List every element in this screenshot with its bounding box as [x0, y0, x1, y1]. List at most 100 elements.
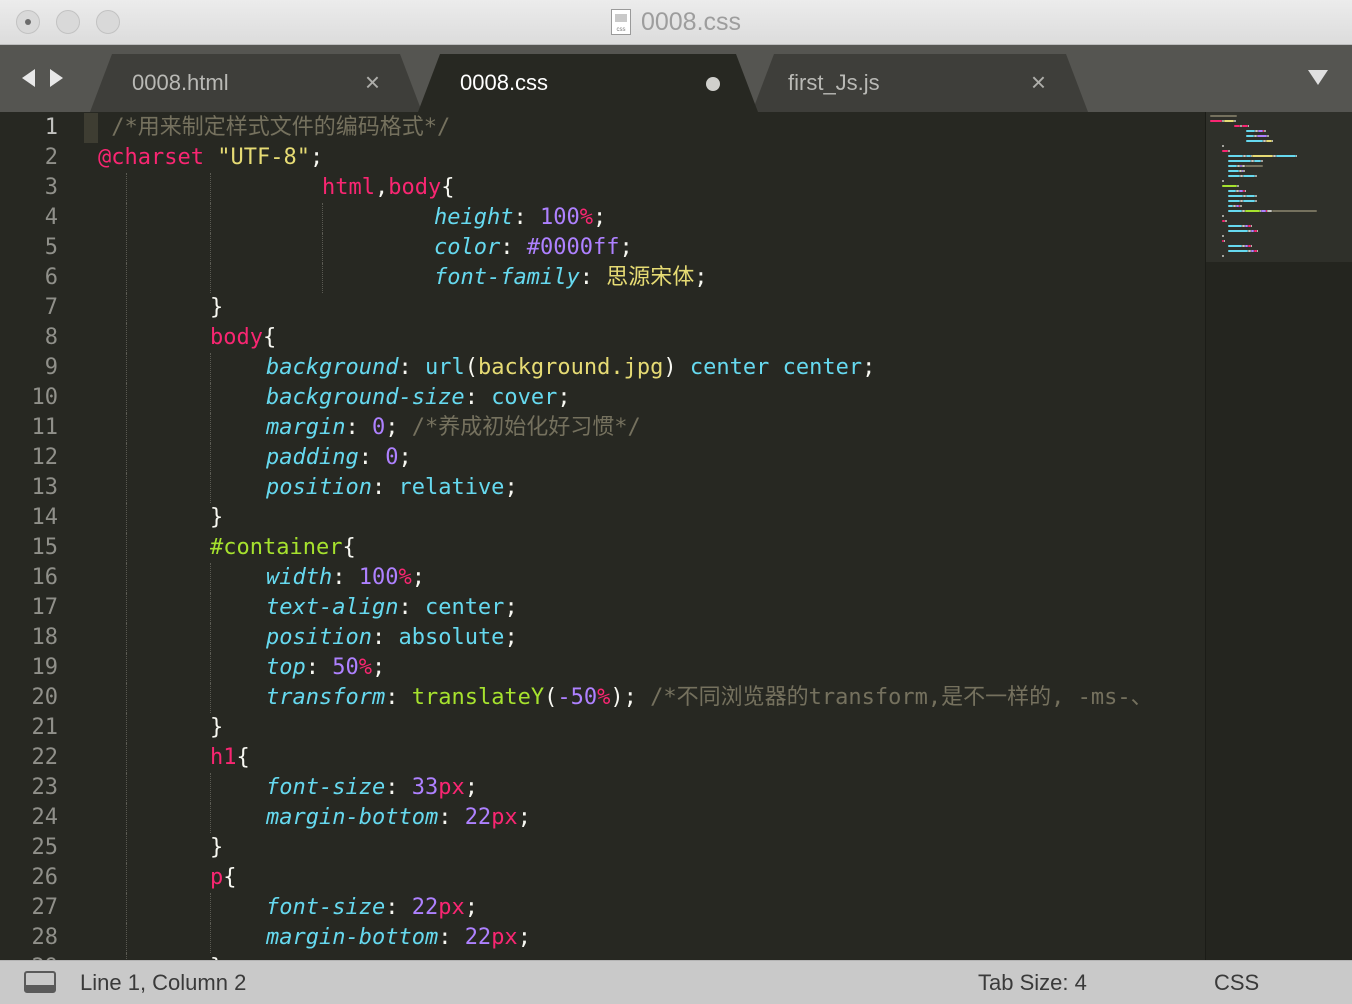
syntax-selector[interactable]: CSS [1214, 970, 1259, 996]
code-token: body [210, 325, 263, 350]
code-line[interactable]: background-size: cover; [266, 383, 571, 413]
line-number: 11 [31, 415, 59, 440]
indent-guide [126, 713, 127, 743]
minimap-token [1228, 165, 1237, 167]
minimap-token [1228, 230, 1248, 232]
indent-guide [210, 353, 211, 383]
code-line[interactable]: height: 100%; [434, 203, 606, 233]
minimap-token [1247, 125, 1249, 127]
tab-list-dropdown-icon[interactable] [1308, 70, 1328, 85]
line-number: 5 [44, 235, 58, 260]
tab-close-icon[interactable]: × [1031, 69, 1046, 95]
indent-guide [210, 263, 211, 293]
code-token: ; [411, 565, 425, 590]
code-token: : [345, 415, 372, 440]
code-token: p [210, 865, 224, 890]
code-token: /*养成初始化好习惯*/ [411, 415, 641, 440]
code-line[interactable]: h1{ [210, 743, 250, 773]
code-line[interactable]: } [210, 293, 223, 323]
code-line[interactable]: font-size: 22px; [266, 893, 478, 923]
code-line[interactable]: } [210, 833, 223, 863]
code-line[interactable]: position: relative; [266, 473, 518, 503]
code-token: padding [266, 445, 359, 470]
code-line[interactable]: margin: 0; /*养成初始化好习惯*/ [266, 413, 641, 443]
indent-guide [126, 323, 127, 353]
indent-guide [126, 173, 127, 203]
code-line[interactable]: width: 100%; [266, 563, 425, 593]
cursor-position[interactable]: Line 1, Column 2 [80, 970, 246, 996]
code-token: ; [619, 235, 633, 260]
tab-0008-css[interactable]: 0008.css [418, 54, 758, 112]
panel-toggle-icon[interactable] [24, 971, 56, 993]
indent-guide [126, 533, 127, 563]
code-line[interactable]: body{ [210, 323, 276, 353]
code-token: : [305, 655, 333, 680]
code-line[interactable]: } [210, 953, 223, 960]
minimap-token [1243, 175, 1255, 177]
code-token: ) [663, 355, 690, 380]
indent-guide [210, 413, 211, 443]
minimap[interactable] [1205, 112, 1352, 960]
code-line[interactable]: margin-bottom: 22px; [266, 803, 531, 833]
code-token: : [464, 385, 492, 410]
code-line[interactable]: @charset "UTF-8"; [98, 143, 323, 173]
code-line[interactable]: } [210, 503, 223, 533]
minimap-token [1228, 155, 1243, 157]
minimap-token [1228, 250, 1248, 252]
editor[interactable]: 1 2 3 4 5 6 7 8 9 10 11 12 13 14 15 16 17 18 19 20 21 22 23 24 2… [0, 112, 1352, 960]
indent-guide [210, 893, 211, 923]
tab-0008-html[interactable]: 0008.html × [90, 54, 422, 112]
minimap-viewport[interactable] [1206, 112, 1352, 262]
code-line[interactable]: background: url(background.jpg) center c… [266, 353, 875, 383]
indent-guide [322, 233, 323, 263]
code-token: font-size [266, 895, 386, 920]
indent-guide [126, 683, 127, 713]
line-number: 20 [31, 685, 59, 710]
line-number: 18 [31, 625, 59, 650]
code-token: 思源宋体 [606, 265, 695, 290]
code-line[interactable]: color: #0000ff; [434, 233, 633, 263]
code-token: 100 [358, 565, 399, 590]
code-line[interactable]: font-family: 思源宋体; [434, 263, 707, 293]
code-line[interactable]: font-size: 33px; [266, 773, 478, 803]
code-area[interactable]: /*用来制定样式文件的编码格式*/@charset "UTF-8"; html,b… [98, 112, 1204, 960]
title-wrap: css 0008.css [0, 0, 1352, 44]
code-token: background-size [266, 385, 465, 410]
code-token: background [266, 355, 399, 380]
minimap-token [1250, 245, 1252, 247]
code-line[interactable]: text-align: center; [266, 593, 518, 623]
code-line[interactable]: margin-bottom: 22px; [266, 923, 531, 953]
unsaved-dot-icon[interactable] [706, 77, 720, 91]
tab-first-js[interactable]: first_Js.js × [752, 54, 1088, 112]
code-token: #container [210, 535, 343, 560]
back-arrow-icon[interactable] [22, 69, 35, 87]
code-token: 0 [371, 415, 386, 440]
document-icon: css [610, 9, 631, 35]
code-line[interactable]: transform: translateY(-50%); /*不同浏览器的tra… [266, 683, 1153, 713]
code-token: ; [504, 475, 518, 500]
indent-guide [126, 893, 127, 923]
code-token: ; [557, 385, 571, 410]
code-line[interactable]: top: 50%; [266, 653, 385, 683]
indent-guide [322, 263, 323, 293]
indent-guide [126, 383, 127, 413]
tab-close-icon[interactable]: × [365, 69, 380, 95]
tab-label: 0008.css [460, 70, 549, 95]
line-number: 26 [31, 865, 59, 890]
code-line[interactable]: html,body{ [322, 173, 454, 203]
code-line[interactable]: p{ [210, 863, 237, 893]
code-token: % [358, 655, 372, 680]
code-line[interactable]: /*用来制定样式文件的编码格式*/ [98, 113, 450, 143]
code-line[interactable]: position: absolute; [266, 623, 518, 653]
code-line[interactable]: } [210, 713, 223, 743]
code-line[interactable]: #container{ [210, 533, 356, 563]
code-line[interactable]: padding: 0; [266, 443, 412, 473]
code-token: center center [689, 355, 863, 380]
line-number: 27 [31, 895, 59, 920]
code-token: } [210, 295, 224, 320]
minimap-token [1243, 170, 1245, 172]
tab-size-selector[interactable]: Tab Size: 4 [978, 970, 1087, 996]
forward-arrow-icon[interactable] [50, 69, 63, 87]
code-token: : [398, 355, 425, 380]
line-number: 22 [31, 745, 59, 770]
